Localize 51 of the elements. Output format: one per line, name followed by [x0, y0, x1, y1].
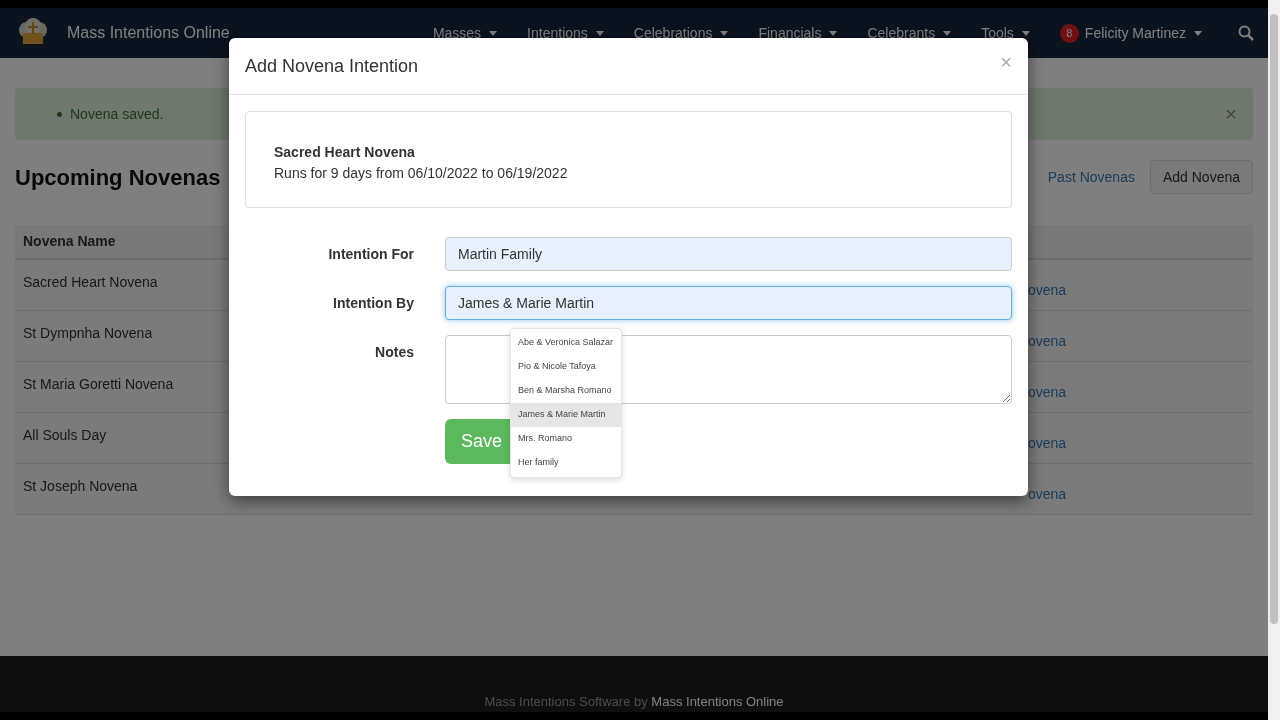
add-novena-button[interactable]: Add Novena	[1149, 160, 1253, 194]
nav-menu[interactable]: Financials	[758, 22, 838, 44]
notification-badge: 8	[1059, 23, 1079, 43]
caret-icon	[943, 30, 952, 36]
novena-link[interactable]: ovena	[1028, 486, 1067, 502]
modal-title: Add Novena Intention	[245, 54, 419, 78]
nav-menu[interactable]: Masses	[432, 22, 498, 44]
alert-message: Novena saved.	[70, 104, 164, 124]
suggestion-item[interactable]: Abe & Veronica Salazar	[511, 331, 621, 355]
novena-link[interactable]: ovena	[1028, 384, 1067, 400]
bullet-icon	[57, 111, 62, 117]
novena-name: St Joseph Novena	[23, 478, 138, 494]
scrollbar[interactable]	[1268, 0, 1280, 720]
suggestion-item[interactable]: Pio & Nicole Tafoya	[511, 355, 621, 379]
column-header: Novena Name	[23, 232, 116, 251]
nav-menu[interactable]: Celebrants	[867, 22, 952, 44]
user-menu[interactable]: 8 Felicity Martinez	[1059, 22, 1202, 44]
brand-title[interactable]: Mass Intentions Online	[67, 21, 230, 45]
search-icon[interactable]	[1238, 25, 1254, 41]
novena-name: St Maria Goretti Novena	[23, 376, 174, 392]
novena-name: Sacred Heart Novena	[23, 274, 158, 290]
text-field[interactable]: James & Marie Martin	[445, 286, 1012, 320]
novena-name: All Souls Day	[23, 427, 107, 443]
caret-icon	[595, 30, 604, 36]
novena-link[interactable]: ovena	[1028, 333, 1067, 349]
nav-menu[interactable]: Celebrations	[633, 22, 729, 44]
caret-icon	[720, 30, 729, 36]
text-field[interactable]: Martin Family	[445, 237, 1012, 271]
novena-name: St Dympnha Novena	[23, 325, 153, 341]
field-label: Intention By	[332, 294, 414, 313]
nav-menu[interactable]: Tools	[981, 22, 1030, 44]
caret-icon	[489, 30, 498, 36]
suggestion-item[interactable]: James & Marie Martin	[511, 403, 621, 427]
nav-menu[interactable]: Intentions	[527, 22, 604, 44]
novena-link[interactable]: ovena	[1028, 282, 1067, 298]
suggestion-item[interactable]: Ben & Marsha Romano	[511, 379, 621, 403]
suggestion-item[interactable]: Her family	[511, 451, 621, 475]
close-button[interactable]: ×	[1000, 47, 1012, 77]
novena-link[interactable]: ovena	[1028, 435, 1067, 451]
footer-link[interactable]: Mass Intentions Online	[651, 693, 784, 709]
page-title: Upcoming Novenas	[15, 163, 221, 192]
novena-summary: Runs for 9 days from 06/10/2022 to 06/19/2022	[274, 163, 569, 183]
novena-title: Sacred Heart Novena	[274, 142, 416, 162]
caret-icon	[1194, 30, 1202, 36]
caret-icon	[1021, 30, 1030, 36]
footer-text: Mass Intentions Software by Mass Intentions Online	[484, 692, 784, 711]
past-novenas-link[interactable]: Past Novenas	[1047, 166, 1135, 188]
field-label: Intention For	[327, 245, 414, 264]
suggestion-item[interactable]: Mrs. Romano	[511, 427, 621, 451]
field-label: Notes	[374, 343, 414, 362]
caret-icon	[829, 30, 838, 36]
